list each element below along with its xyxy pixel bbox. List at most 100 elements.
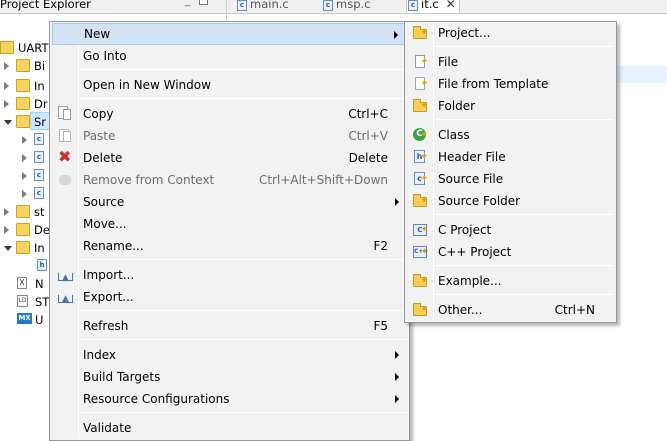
import-icon: ▲	[57, 267, 73, 283]
folder-icon	[16, 223, 30, 236]
header-file-icon: h	[37, 259, 47, 271]
menu-item-source[interactable]: Source	[52, 191, 407, 213]
c-file-icon: c	[34, 169, 44, 181]
submenu-arrow-icon	[395, 395, 399, 403]
collapsed-twisty-icon[interactable]	[22, 190, 27, 198]
menu-item-label: Build Targets	[83, 370, 161, 384]
folder-icon	[16, 59, 30, 72]
menu-item-header-file[interactable]: h ✦ Header File	[407, 146, 614, 168]
new-submenu: ✦ Project... ✦ File ✦ File from Template ✦ Fold…	[404, 21, 617, 323]
menu-separator	[435, 119, 613, 120]
tree-item-label: Dr	[34, 97, 48, 111]
shortcut-label: F2	[373, 239, 388, 253]
expanded-twisty-icon[interactable]	[4, 246, 12, 255]
menu-item-new[interactable]: New	[52, 23, 407, 45]
c-file-icon: c	[34, 187, 44, 199]
tree-item-label: U	[35, 313, 44, 327]
menu-item-copy[interactable]: Copy Ctrl+C	[52, 103, 407, 125]
menu-item-label: Copy	[83, 107, 114, 121]
menu-item-example[interactable]: ✦ Example...	[407, 270, 614, 292]
menu-item-import[interactable]: ▲ Import...	[52, 264, 407, 286]
menu-separator	[80, 69, 406, 70]
submenu-arrow-icon	[394, 31, 398, 39]
shortcut-label: F5	[373, 319, 388, 333]
menu-item-folder[interactable]: ✦ Folder	[407, 95, 614, 117]
shortcut-label: Ctrl+C	[348, 107, 388, 121]
tree-item-label: ST	[35, 295, 50, 309]
menu-item-paste: Paste Ctrl+V	[52, 125, 407, 147]
project-explorer-title[interactable]: Project Explorer	[0, 0, 91, 12]
editor-tab-label: msp.c	[336, 0, 371, 11]
menu-item-file[interactable]: ✦ File	[407, 51, 614, 73]
menu-item-project[interactable]: ✦ Project...	[407, 22, 614, 44]
menu-item-class[interactable]: C ✦ Class	[407, 124, 614, 146]
export-icon: ▲	[57, 289, 73, 305]
menu-item-delete[interactable]: ✖ Delete Delete	[52, 147, 407, 169]
delete-icon: ✖	[58, 147, 72, 166]
collapsed-twisty-icon[interactable]	[4, 208, 9, 216]
menu-item-source-file[interactable]: c ✦ Source File	[407, 168, 614, 190]
menu-item-validate[interactable]: Validate	[52, 417, 407, 439]
menu-item-label: Other...	[438, 303, 483, 317]
menu-item-refresh[interactable]: Refresh F5	[52, 315, 407, 337]
menu-item-move[interactable]: Move...	[52, 213, 407, 235]
menu-item-open-in-new-window[interactable]: Open in New Window	[52, 74, 407, 96]
editor-tab-it-c[interactable]: c it.c ✕	[406, 0, 460, 13]
folder-icon	[16, 79, 30, 92]
new-file-icon: ✦	[412, 54, 428, 70]
maximize-icon[interactable]	[199, 0, 208, 5]
minimize-icon[interactable]: _	[185, 0, 195, 7]
menu-item-rename[interactable]: Rename... F2	[52, 235, 407, 257]
menu-item-source-folder[interactable]: ✦ Source Folder	[407, 190, 614, 212]
menu-item-other[interactable]: ✦ Other... Ctrl+N	[407, 299, 614, 321]
menu-item-label: Example...	[438, 274, 502, 288]
menu-item-label: Resource Configurations	[83, 392, 230, 406]
menu-item-index[interactable]: Index	[52, 344, 407, 366]
top-tab-bar: Project Explorer _ c main.c c msp.c c it.c ✕	[0, 0, 667, 14]
close-icon[interactable]: ✕	[446, 0, 456, 13]
collapsed-twisty-icon[interactable]	[22, 136, 27, 144]
file-template-icon: ✦	[412, 76, 428, 92]
source-file-icon: c ✦	[412, 171, 428, 187]
menu-separator	[80, 98, 406, 99]
menu-item-cpp-project[interactable]: C++ ✦ C++ Project	[407, 241, 614, 263]
folder-icon	[16, 115, 30, 128]
menu-item-resource-configurations[interactable]: Resource Configurations	[52, 388, 407, 410]
collapsed-twisty-icon[interactable]	[22, 154, 27, 162]
editor-tab-msp-c[interactable]: c msp.c	[322, 0, 370, 13]
new-project-icon: ✦	[412, 25, 428, 41]
collapsed-twisty-icon[interactable]	[4, 82, 9, 90]
header-file-icon: h ✦	[412, 149, 428, 165]
folder-icon	[16, 241, 30, 254]
collapsed-twisty-icon[interactable]	[22, 172, 27, 180]
menu-item-file-from-template[interactable]: ✦ File from Template	[407, 73, 614, 95]
editor-tab-main-c[interactable]: c main.c	[236, 0, 289, 13]
collapsed-twisty-icon[interactable]	[4, 62, 9, 70]
tree-item-label: In	[34, 241, 45, 255]
c-project-icon: C ✦	[412, 222, 428, 238]
menu-item-label: Rename...	[83, 239, 144, 253]
project-icon	[0, 41, 14, 54]
tree-item-label: N	[35, 277, 44, 291]
submenu-arrow-icon	[395, 198, 399, 206]
expanded-twisty-icon[interactable]	[4, 120, 12, 129]
menu-item-label: New	[84, 27, 111, 41]
tree-item-label: Bi	[34, 59, 46, 73]
menu-item-label: Index	[83, 348, 117, 362]
menu-item-build-targets[interactable]: Build Targets	[52, 366, 407, 388]
menu-item-label: Class	[438, 128, 470, 142]
c-file-icon: c	[323, 0, 333, 11]
menu-item-label: Project...	[438, 26, 491, 40]
menu-separator	[80, 310, 406, 311]
menu-item-go-into[interactable]: Go Into	[52, 45, 407, 67]
collapsed-twisty-icon[interactable]	[4, 226, 9, 234]
menu-item-label: Validate	[83, 421, 132, 435]
menu-item-export[interactable]: ▲ Export...	[52, 286, 407, 308]
folder-icon	[16, 97, 30, 110]
paste-icon	[57, 128, 73, 144]
collapsed-twisty-icon[interactable]	[4, 100, 9, 108]
menu-item-label: File	[438, 55, 459, 69]
menu-item-label: Move...	[83, 217, 127, 231]
other-icon: ✦	[412, 302, 428, 318]
menu-item-c-project[interactable]: C ✦ C Project	[407, 219, 614, 241]
